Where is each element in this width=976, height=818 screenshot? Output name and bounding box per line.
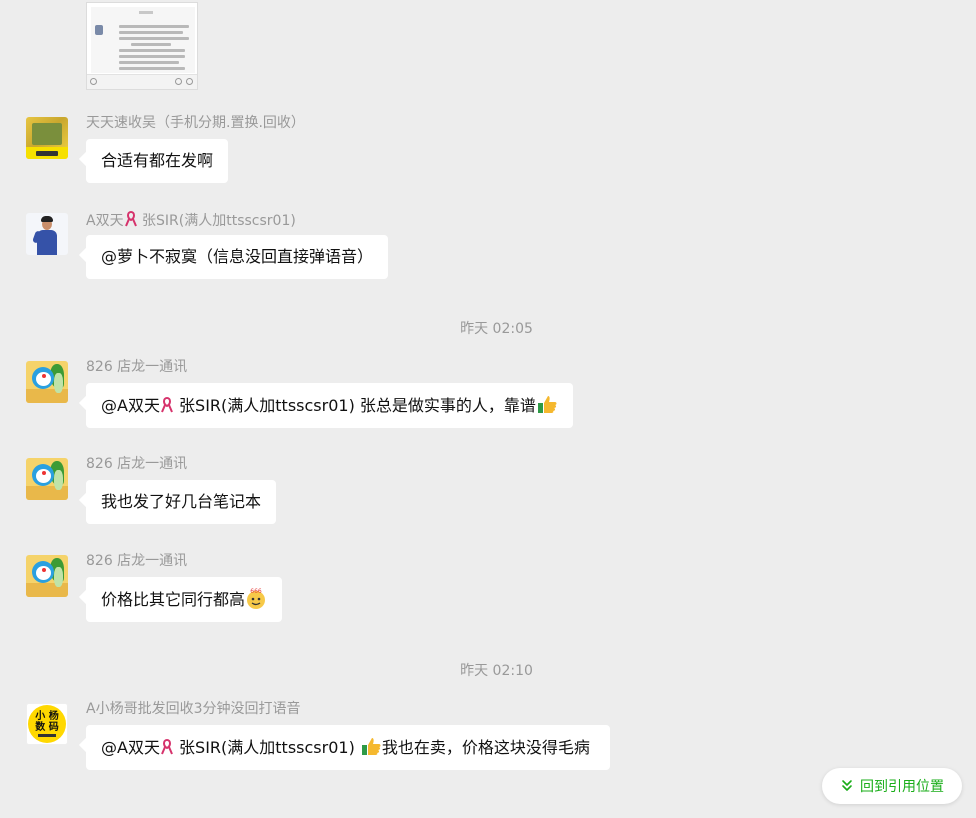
jump-button-label: 回到引用位置	[860, 779, 944, 795]
message-bubble[interactable]: @萝卜不寂寞（信息没回直接弹语音）	[86, 235, 389, 279]
chat-message-list[interactable]: 天天速收吴（手机分期.置换.回收） 合适有都在发啊 A双天 张SIR(满人加tt…	[0, 0, 976, 818]
avatar-text: 数 码	[35, 722, 59, 733]
jump-to-quote-button[interactable]: 回到引用位置	[822, 768, 962, 804]
image-toolbar	[87, 74, 197, 89]
pink-ribbon-icon	[161, 738, 173, 755]
avatar[interactable]	[26, 213, 68, 255]
avatar-text: 小 杨	[35, 711, 59, 722]
pink-ribbon-icon	[161, 396, 173, 413]
svg-text:666: 666	[250, 588, 262, 595]
message-bubble[interactable]: 价格比其它同行都高 666	[86, 577, 283, 622]
666-emoji-icon: 666	[247, 588, 266, 609]
sender-name[interactable]: 826 店龙一通讯	[86, 358, 187, 376]
message-bubble[interactable]: @A双天 张SIR(满人加ttsscsr01) 张总是做实事的人，靠谱	[86, 383, 573, 428]
screenshot-preview	[91, 7, 195, 73]
message-text: 我也在卖，价格这块没得毛病	[381, 738, 590, 757]
double-chevron-down-icon	[842, 780, 852, 791]
message-text: 价格比其它同行都高	[101, 590, 246, 609]
thumbs-up-icon	[537, 396, 557, 413]
avatar[interactable]: 小 杨 数 码	[26, 703, 68, 745]
avatar[interactable]	[26, 361, 68, 403]
sender-name-part: A双天	[86, 213, 124, 229]
mention-text: @A双天	[101, 738, 160, 757]
message-text: 合适有都在发啊	[101, 151, 214, 170]
sender-name[interactable]: A小杨哥批发回收3分钟没回打语音	[86, 700, 300, 718]
mention-text: @A双天	[101, 396, 160, 415]
sender-name[interactable]: A双天 张SIR(满人加ttsscsr01)	[86, 210, 296, 230]
thumbs-up-icon	[361, 738, 381, 755]
sender-name[interactable]: 826 店龙一通讯	[86, 552, 187, 570]
image-message-thumbnail[interactable]	[86, 2, 198, 90]
avatar[interactable]	[26, 555, 68, 597]
timestamp-divider: 昨天 02:05	[460, 321, 533, 337]
sender-name-part: 张SIR(满人加ttsscsr01)	[137, 213, 296, 229]
avatar[interactable]	[26, 117, 68, 159]
timestamp-divider: 昨天 02:10	[460, 663, 533, 679]
message-bubble[interactable]: 我也发了好几台笔记本	[86, 480, 277, 524]
message-bubble[interactable]: @A双天 张SIR(满人加ttsscsr01) 我也在卖，价格这块没得毛病	[86, 725, 610, 770]
pink-ribbon-icon	[124, 210, 137, 227]
message-text: 张SIR(满人加ttsscsr01) 张总是做实事的人，靠谱	[173, 396, 536, 415]
sender-name[interactable]: 天天速收吴（手机分期.置换.回收）	[86, 114, 305, 132]
message-text: 我也发了好几台笔记本	[101, 492, 262, 511]
avatar[interactable]	[26, 458, 68, 500]
message-text: 张SIR(满人加ttsscsr01)	[173, 738, 360, 757]
message-text: @萝卜不寂寞（信息没回直接弹语音）	[101, 247, 374, 266]
sender-name[interactable]: 826 店龙一通讯	[86, 455, 187, 473]
message-bubble[interactable]: 合适有都在发啊	[86, 139, 229, 183]
